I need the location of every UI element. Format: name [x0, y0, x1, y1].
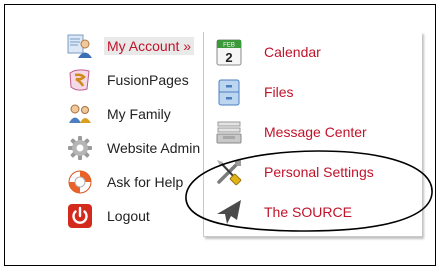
submenu-item-label: Message Center [264, 124, 367, 140]
person-account-icon [67, 33, 93, 59]
inbox-tray-icon [214, 117, 244, 147]
my-account-submenu: FEB 2 Calendar Files Message Center Pers… [203, 32, 422, 237]
menu-item-label: FusionPages [107, 72, 189, 88]
power-icon [67, 203, 93, 229]
menu-item-logout[interactable]: Logout [67, 203, 213, 229]
calendar-day-text: 2 [225, 50, 232, 65]
file-cabinet-icon [214, 77, 244, 107]
submenu-item-label: Personal Settings [264, 164, 374, 180]
lifebuoy-icon [67, 169, 93, 195]
menu-item-website-admin[interactable]: Website Admin [67, 135, 213, 161]
menu-item-my-account[interactable]: My Account » [67, 33, 213, 59]
family-people-icon [67, 101, 93, 127]
calendar-icon: FEB 2 [214, 37, 244, 67]
menu-item-label: Website Admin [107, 140, 201, 156]
menu-item-my-family[interactable]: My Family [67, 101, 213, 127]
menu-item-ask-for-help[interactable]: Ask for Help [67, 169, 213, 195]
fusionpages-logo-icon [67, 67, 93, 93]
submenu-item-the-source[interactable]: The SOURCE [204, 196, 422, 228]
menu-item-label: Logout [107, 208, 150, 224]
submenu-item-label: Files [264, 84, 294, 100]
menu-item-label: My Account » [104, 37, 195, 55]
submenu-item-label: The SOURCE [264, 204, 352, 220]
jet-icon [214, 197, 244, 227]
submenu-item-message-center[interactable]: Message Center [204, 116, 422, 148]
calendar-month-text: FEB [223, 43, 235, 49]
menu-item-fusionpages[interactable]: FusionPages [67, 67, 213, 93]
gear-icon [67, 135, 93, 161]
submenu-item-files[interactable]: Files [204, 76, 422, 108]
menu-item-label: My Family [107, 106, 171, 122]
tools-icon [214, 157, 244, 187]
submenu-item-calendar[interactable]: FEB 2 Calendar [204, 36, 422, 68]
submenu-item-label: Calendar [264, 44, 321, 60]
menu-item-label: Ask for Help [107, 174, 184, 190]
submenu-item-personal-settings[interactable]: Personal Settings [204, 156, 422, 188]
